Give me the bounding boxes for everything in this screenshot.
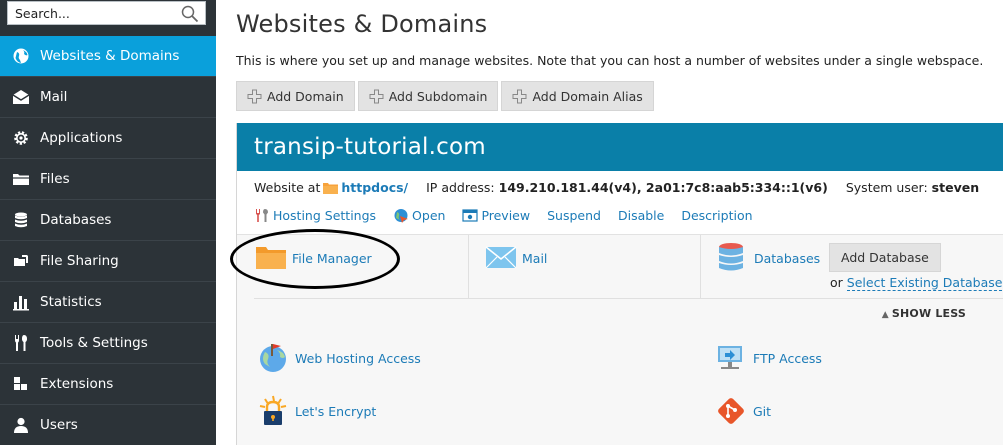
disable-link[interactable]: Disable (618, 208, 664, 223)
bar-chart-icon (13, 296, 29, 311)
main-content: Websites & Domains This is where you set… (216, 0, 1003, 445)
sidebar-item-label: Statistics (40, 294, 102, 310)
page-description: This is where you set up and manage webs… (236, 53, 984, 68)
envelope-icon (12, 90, 30, 104)
file-manager-tile[interactable]: File Manager (254, 235, 372, 299)
domain-actions: Hosting Settings Open Preview Suspend Di… (254, 208, 770, 223)
show-less-toggle[interactable]: ▲ SHOW LESS (882, 307, 966, 320)
sidebar-item-applications[interactable]: Applications (0, 117, 216, 158)
sidebar-nav: Websites & Domains Mail Applications Fil… (0, 36, 216, 445)
system-user-label: System user: (845, 180, 928, 195)
add-subdomain-button[interactable]: Add Subdomain (357, 81, 499, 111)
lets-encrypt-icon (259, 395, 287, 425)
mail-tile[interactable]: Mail (484, 235, 547, 299)
add-domain-alias-label: Add Domain Alias (532, 88, 643, 104)
databases-label: Databases (754, 251, 821, 266)
sidebar-item-label: Files (40, 171, 70, 187)
suspend-link[interactable]: Suspend (547, 208, 601, 223)
sidebar-item-mail[interactable]: Mail (0, 76, 216, 117)
sidebar-item-label: Extensions (40, 376, 114, 392)
sidebar-item-extensions[interactable]: Extensions (0, 363, 216, 404)
ip-value: 149.210.181.44(v4), 2a01:7c8:aab5:334::1… (498, 180, 828, 195)
open-globe-icon (394, 209, 409, 223)
add-database-button[interactable]: Add Database (829, 243, 941, 272)
ftp-access-icon (718, 346, 742, 369)
search-box[interactable] (7, 1, 206, 25)
sidebar-item-files[interactable]: Files (0, 158, 216, 199)
sidebar-item-label: Users (40, 417, 78, 433)
sidebar-item-users[interactable]: Users (0, 404, 216, 445)
sidebar-item-databases[interactable]: Databases (0, 199, 216, 240)
search-icon[interactable] (181, 5, 199, 23)
preview-link[interactable]: Preview (462, 208, 530, 223)
docroot-link[interactable]: httpdocs/ (341, 180, 408, 195)
select-existing-database-link[interactable]: Select Existing Database (846, 275, 1003, 291)
sidebar-item-label: File Sharing (40, 253, 119, 269)
mail-label: Mail (522, 251, 548, 266)
system-user-value: steven (931, 180, 980, 195)
database-icon (15, 212, 27, 228)
sidebar-item-label: Mail (40, 89, 68, 105)
sidebar: Websites & Domains Mail Applications Fil… (0, 0, 216, 445)
sidebar-item-tools-settings[interactable]: Tools & Settings (0, 322, 216, 363)
file-manager-icon (256, 247, 286, 269)
tools-icon (15, 335, 27, 351)
ip-label: IP address: (426, 180, 495, 195)
web-hosting-access-link[interactable]: Web Hosting Access (257, 342, 421, 374)
folder-icon (13, 174, 29, 185)
tile-divider (468, 235, 469, 298)
git-link[interactable]: Git (715, 395, 771, 427)
preview-icon (462, 209, 479, 222)
plus-icon (247, 89, 262, 103)
sidebar-item-statistics[interactable]: Statistics (0, 281, 216, 322)
search-input[interactable] (8, 2, 178, 24)
gear-icon (14, 131, 28, 145)
chevron-up-icon: ▲ (881, 310, 889, 320)
add-domain-alias-button[interactable]: Add Domain Alias (501, 81, 654, 111)
domain-panel: transip-tutorial.com Website at httpdocs… (236, 123, 1003, 445)
globe-icon (13, 48, 29, 64)
folder-icon (323, 182, 339, 194)
git-icon (718, 398, 744, 424)
open-link[interactable]: Open (393, 208, 445, 223)
domain-info: Website at httpdocs/ IP address: 149.210… (254, 180, 979, 195)
plus-icon (512, 89, 527, 103)
sidebar-item-label: Websites & Domains (40, 48, 180, 64)
file-sharing-icon (14, 255, 28, 266)
hosting-settings-icon (256, 209, 268, 222)
domain-name: transip-tutorial.com (237, 123, 1003, 171)
hosting-settings-link[interactable]: Hosting Settings (254, 208, 376, 223)
domain-tools-area: File Manager Mail Databases Add Database… (237, 234, 1003, 445)
sidebar-item-label: Databases (40, 212, 112, 228)
user-icon (14, 417, 28, 433)
sidebar-item-label: Tools & Settings (40, 335, 148, 351)
toolbar: Add Domain Add Subdomain Add Domain Alia… (236, 81, 654, 111)
tile-divider (700, 235, 701, 298)
add-domain-button[interactable]: Add Domain (236, 81, 355, 111)
mail-envelope-icon (485, 246, 517, 269)
web-hosting-access-icon (260, 344, 286, 372)
databases-tile[interactable]: Databases (716, 235, 820, 299)
page-title: Websites & Domains (236, 10, 488, 38)
select-database-line: or Select Existing Database (830, 275, 1003, 291)
databases-icon (719, 243, 743, 271)
plus-icon (369, 89, 384, 103)
sidebar-item-file-sharing[interactable]: File Sharing (0, 240, 216, 281)
file-manager-label: File Manager (292, 251, 372, 266)
website-at-label: Website at (254, 180, 321, 195)
ftp-access-link[interactable]: FTP Access (715, 342, 822, 374)
puzzle-icon (14, 377, 27, 390)
description-link[interactable]: Description (681, 208, 752, 223)
add-subdomain-label: Add Subdomain (388, 88, 488, 104)
quick-tiles: File Manager Mail Databases Add Database… (254, 235, 1003, 299)
sidebar-item-label: Applications (40, 130, 123, 146)
add-domain-label: Add Domain (267, 88, 344, 104)
lets-encrypt-link[interactable]: Let's Encrypt (257, 395, 376, 427)
sidebar-item-websites-domains[interactable]: Websites & Domains (0, 36, 216, 76)
